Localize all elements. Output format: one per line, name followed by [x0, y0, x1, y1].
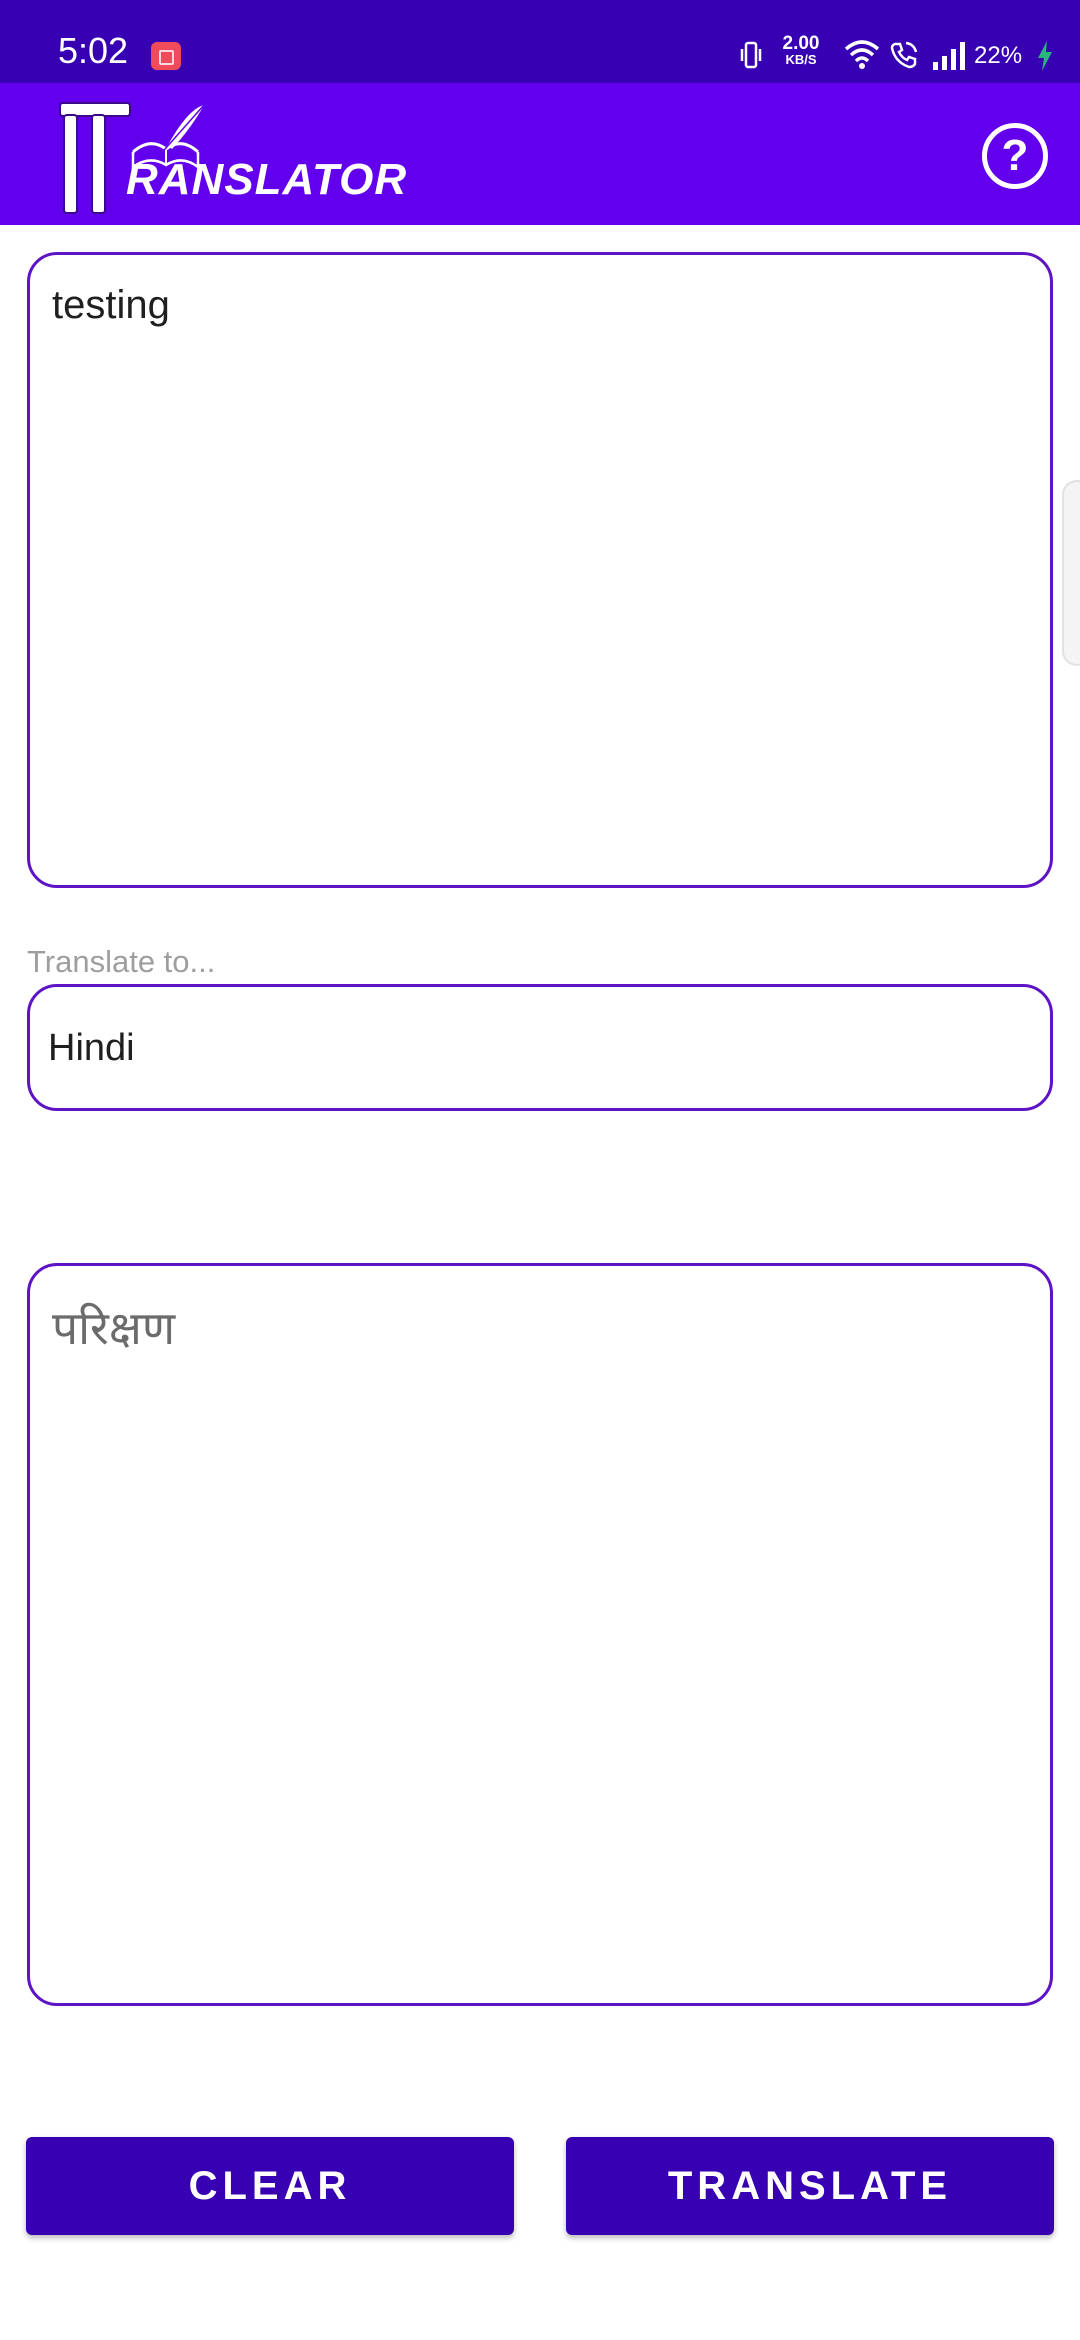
target-language-field[interactable]: Hindi — [27, 984, 1053, 1111]
wifi-icon — [844, 40, 880, 69]
wifi-calling-icon — [890, 41, 918, 69]
target-language-label: Translate to... — [27, 944, 216, 979]
charging-bolt-icon — [1038, 41, 1052, 71]
screen-record-icon — [151, 42, 181, 70]
battery-percent: 22% — [974, 42, 1023, 69]
vibrate-icon — [740, 41, 762, 69]
clear-button[interactable]: CLEAR — [26, 2137, 514, 2235]
target-language-value: Hindi — [48, 1027, 135, 1069]
network-speed: 2.00 KB/S — [776, 33, 826, 68]
network-speed-unit: KB/S — [785, 52, 817, 67]
translate-button[interactable]: TRANSLATE — [566, 2137, 1054, 2235]
signal-icon — [933, 42, 965, 70]
translator-logo: RANSLATOR — [58, 97, 406, 215]
source-text-value: testing — [52, 283, 170, 327]
status-time: 5:02 — [58, 30, 129, 71]
app-title: RANSLATOR — [126, 155, 408, 204]
network-speed-value: 2.00 — [782, 33, 820, 54]
app-bar: RANSLATOR ? — [0, 83, 1080, 225]
status-bar: 5:02 2.00 KB/S 22% — [0, 0, 1080, 83]
translated-text-output[interactable]: परिक्षण — [27, 1263, 1053, 2006]
translated-text-value: परिक्षण — [52, 1302, 176, 1354]
help-button[interactable]: ? — [982, 123, 1048, 189]
help-icon: ? — [1001, 131, 1029, 180]
source-text-input[interactable]: testing — [27, 252, 1053, 888]
edge-panel-handle[interactable] — [1062, 480, 1080, 666]
